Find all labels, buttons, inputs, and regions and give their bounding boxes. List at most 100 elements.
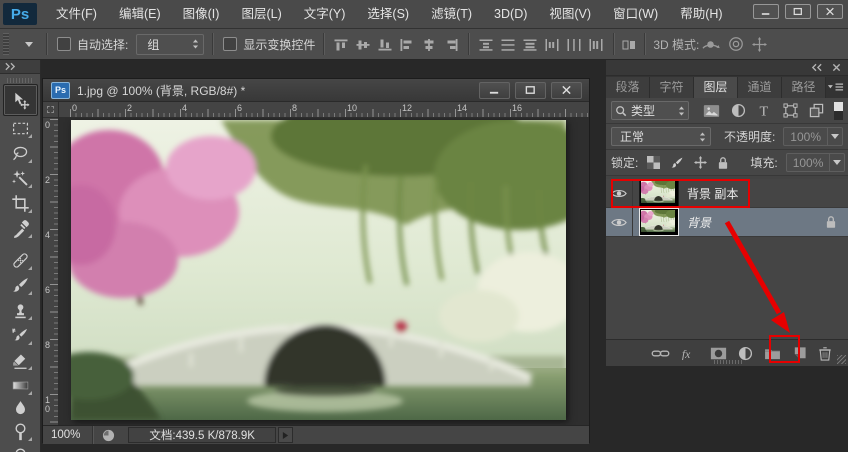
tool-move[interactable] (3, 84, 38, 116)
menu-item-edit[interactable]: 编辑(E) (108, 0, 172, 28)
menu-item-filter[interactable]: 滤镜(T) (420, 0, 483, 28)
layer-name[interactable]: 背景 副本 (687, 185, 738, 202)
tool-pen[interactable] (6, 444, 34, 452)
filtering-toggle[interactable] (834, 102, 843, 120)
ruler-origin[interactable] (43, 102, 59, 118)
layer-visibility-icon[interactable] (611, 217, 627, 228)
menu-item-3d[interactable]: 3D(D) (483, 0, 538, 28)
new-group-button[interactable] (764, 347, 781, 360)
align-bottom-edges-icon[interactable] (378, 38, 392, 50)
collapse-toolbar-icon[interactable] (4, 62, 17, 71)
layer-visibility-icon[interactable] (611, 188, 627, 199)
layer-name[interactable]: 背景 (687, 214, 711, 231)
align-vertical-centers-icon[interactable] (356, 38, 370, 50)
menu-item-help[interactable]: 帮助(H) (669, 0, 733, 28)
lock-transparent-pixels-icon[interactable] (647, 156, 660, 169)
filter-type-dropdown[interactable]: 类型 (611, 101, 689, 120)
align-horizontal-centers-icon[interactable] (422, 38, 436, 50)
blend-mode-dropdown[interactable]: 正常 (611, 127, 711, 146)
document-title-bar[interactable]: Ps 1.jpg @ 100% (背景, RGB/8#) * (43, 79, 589, 102)
minimize-button[interactable] (753, 4, 779, 19)
tool-history-brush[interactable] (6, 323, 34, 347)
collapse-panels-icon[interactable] (810, 63, 823, 72)
doc-close-button[interactable] (551, 82, 582, 99)
auto-select-dropdown[interactable]: 组 (136, 34, 204, 55)
tool-quick-selection[interactable] (6, 166, 34, 190)
filter-pixel-layers-icon[interactable] (703, 104, 720, 118)
menu-item-view[interactable]: 视图(V) (538, 0, 602, 28)
tool-brush[interactable] (6, 273, 34, 297)
align-left-edges-icon[interactable] (400, 38, 414, 50)
tool-blur[interactable] (6, 396, 34, 420)
opacity-field[interactable]: 100% (783, 127, 843, 146)
layer-thumbnail[interactable] (640, 180, 678, 206)
adjustment-layer-button[interactable] (738, 346, 753, 361)
tab-channels[interactable]: 通道 (738, 77, 782, 98)
3d-roll-icon[interactable] (728, 36, 744, 52)
filter-shape-layers-icon[interactable] (783, 103, 798, 118)
distribute-right-edges-icon[interactable] (589, 38, 603, 50)
photo-bridge-scene[interactable] (71, 120, 566, 420)
3d-pan-icon[interactable] (752, 37, 767, 52)
lock-position-icon[interactable] (694, 156, 707, 169)
tool-clone-stamp[interactable] (6, 298, 34, 322)
close-button[interactable] (817, 4, 843, 19)
toolbar-grip[interactable] (7, 78, 33, 83)
tool-gradient[interactable] (6, 373, 34, 397)
layer-row-background[interactable]: 背景 (606, 208, 848, 237)
3d-orbit-icon[interactable] (701, 37, 720, 52)
filter-smart-objects-icon[interactable] (809, 103, 824, 118)
panel-menu-icon[interactable] (827, 82, 844, 92)
tool-crop[interactable] (6, 191, 34, 215)
doc-minimize-button[interactable] (479, 82, 510, 99)
show-transform-checkbox[interactable] (223, 37, 237, 51)
options-bar-grip[interactable] (3, 33, 9, 55)
menu-item-layer[interactable]: 图层(L) (230, 0, 292, 28)
auto-select-checkbox[interactable] (57, 37, 71, 51)
move-tool-preset[interactable] (16, 42, 38, 47)
fill-field[interactable]: 100% (786, 153, 846, 172)
tool-lasso[interactable] (6, 141, 34, 165)
tab-paths[interactable]: 路径 (782, 77, 826, 98)
distribute-bottom-edges-icon[interactable] (523, 38, 537, 50)
tool-rectangular-marquee[interactable] (6, 116, 34, 140)
distribute-top-edges-icon[interactable] (479, 38, 493, 50)
link-layers-button[interactable] (651, 348, 670, 359)
menu-item-select[interactable]: 选择(S) (356, 0, 420, 28)
status-menu-arrow-icon[interactable] (278, 427, 293, 443)
menu-item-image[interactable]: 图像(I) (172, 0, 231, 28)
distribute-left-edges-icon[interactable] (545, 38, 559, 50)
tool-eyedropper[interactable] (6, 216, 34, 240)
align-top-edges-icon[interactable] (334, 38, 348, 50)
tool-spot-healing-brush[interactable] (6, 248, 34, 272)
canvas-area[interactable] (59, 118, 589, 425)
lock-image-pixels-icon[interactable] (670, 156, 684, 170)
tool-eraser[interactable] (6, 348, 34, 372)
tab-paragraph[interactable]: 段落 (606, 77, 650, 98)
vertical-ruler[interactable]: 0 2 4 6 8 10 (43, 118, 59, 425)
tab-layers[interactable]: 图层 (694, 77, 738, 98)
distribute-horizontal-centers-icon[interactable] (567, 38, 581, 50)
layer-row-background-copy[interactable]: 背景 副本 (606, 179, 848, 208)
menu-item-type[interactable]: 文字(Y) (293, 0, 357, 28)
menu-item-window[interactable]: 窗口(W) (602, 0, 669, 28)
menu-item-file[interactable]: 文件(F) (45, 0, 108, 28)
lock-all-icon[interactable] (717, 156, 729, 170)
new-layer-button[interactable] (792, 346, 807, 361)
add-layer-mask-button[interactable] (710, 347, 727, 360)
close-panel-icon[interactable] (832, 63, 841, 72)
layer-style-button[interactable]: fx (681, 347, 699, 360)
auto-align-layers-icon[interactable] (622, 38, 636, 50)
layer-thumbnail[interactable] (640, 209, 678, 235)
doc-maximize-button[interactable] (515, 82, 546, 99)
filter-type-layers-icon[interactable]: T (757, 103, 772, 118)
tab-character[interactable]: 字符 (650, 77, 694, 98)
tool-dodge[interactable] (6, 419, 34, 443)
zoom-level-field[interactable]: 100% (43, 426, 93, 444)
filter-adjustment-layers-icon[interactable] (731, 103, 746, 118)
maximize-button[interactable] (785, 4, 811, 19)
distribute-vertical-centers-icon[interactable] (501, 38, 515, 50)
horizontal-ruler[interactable]: 0 2 4 6 8 10 12 14 16 (59, 102, 589, 118)
align-right-edges-icon[interactable] (444, 38, 458, 50)
delete-layer-button[interactable] (818, 346, 832, 361)
